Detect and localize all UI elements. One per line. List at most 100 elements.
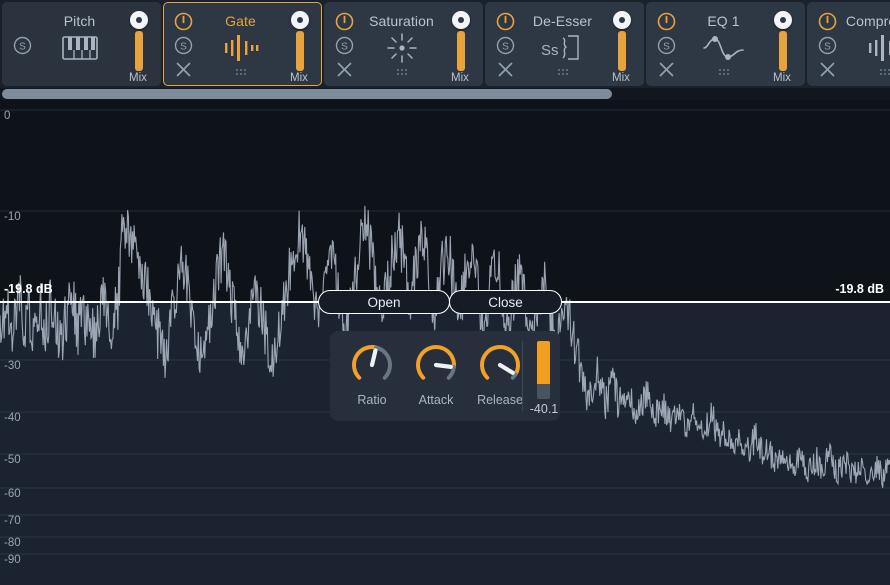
rack-scrollbar-track[interactable] (0, 88, 890, 100)
knob-label: Ratio (357, 393, 387, 407)
mix-fader-label: Mix (290, 72, 308, 84)
module-title: Gate (225, 13, 256, 29)
drag-handle-icon[interactable] (677, 67, 770, 76)
module-icon: Ss (516, 31, 609, 65)
power-button[interactable] (816, 10, 838, 32)
drag-handle-icon[interactable] (838, 67, 890, 76)
solo-icon: S (496, 36, 514, 54)
mix-fader[interactable]: Mix (126, 9, 152, 84)
module-title: De-Esser (532, 13, 593, 29)
remove-module-button[interactable] (172, 58, 194, 80)
drag-handle-icon[interactable] (355, 67, 448, 76)
solo-button[interactable]: S (494, 34, 516, 56)
power-button[interactable] (172, 10, 194, 32)
close-icon (498, 62, 512, 76)
solo-icon: S (818, 36, 836, 54)
mix-fader-label: Mix (451, 72, 469, 84)
solo-button[interactable]: S (333, 34, 355, 56)
power-icon (657, 12, 675, 30)
svg-text:S: S (19, 41, 26, 52)
mix-fader-label: Mix (129, 72, 147, 84)
power-button[interactable] (333, 10, 355, 32)
close-threshold-handle[interactable]: Close (449, 290, 562, 314)
drag-handle-icon[interactable] (516, 67, 609, 76)
meter-value-label: -40.1 (529, 402, 559, 416)
threshold-value-right: -19.8 dB (835, 282, 884, 296)
mix-fader-label: Mix (773, 72, 791, 84)
mix-fader-track (135, 31, 143, 71)
knob-label: Attack (418, 393, 454, 407)
close-icon (176, 62, 190, 76)
gate-level-graph[interactable]: 0 -10 -30 -40 -50 -60 -70 -80 -90 -19.8 dB -19.8… (0, 100, 890, 585)
knob-group: Ratio Attack Release (330, 331, 532, 407)
power-button[interactable] (655, 10, 677, 32)
power-icon (818, 12, 836, 30)
module-gate[interactable]: S Gate Mix (163, 2, 322, 86)
meter-bar-track (537, 341, 550, 399)
mix-fader-knob[interactable] (613, 11, 631, 29)
module-saturation[interactable]: S Saturation Mix (324, 2, 483, 86)
svg-text:Ss: Ss (541, 42, 559, 59)
mix-fader[interactable]: Mix (770, 9, 796, 84)
power-icon (174, 12, 192, 30)
knob-attack[interactable]: Attack (404, 339, 468, 407)
drag-handle-icon[interactable] (194, 67, 287, 76)
power-button-placeholder (11, 10, 33, 32)
open-threshold-handle[interactable]: Open (318, 290, 450, 314)
module-rack[interactable]: S Pitch Mix S Gate Mix S Saturation Mix … (0, 0, 890, 88)
svg-text:S: S (341, 41, 348, 52)
gate-controls-panel: Ratio Attack Release -40.1 (330, 331, 560, 421)
module-pitch[interactable]: S Pitch Mix (2, 2, 161, 86)
solo-button[interactable]: S (655, 34, 677, 56)
remove-module-button[interactable] (816, 58, 838, 80)
mix-fader-knob[interactable] (774, 11, 792, 29)
module-title: Compressor (845, 13, 890, 29)
y-tick-label: -30 (4, 360, 21, 372)
mix-fader-track (779, 31, 787, 71)
remove-module-button[interactable] (655, 58, 677, 80)
module-icon (194, 31, 287, 65)
remove-module-button[interactable] (333, 58, 355, 80)
y-tick-label: -40 (4, 412, 21, 424)
solo-button[interactable]: S (172, 34, 194, 56)
power-button[interactable] (494, 10, 516, 32)
svg-text:S: S (180, 41, 187, 52)
knob-ratio[interactable]: Ratio (340, 339, 404, 407)
mix-fader[interactable]: Mix (609, 9, 635, 84)
power-icon (496, 12, 514, 30)
panel-divider (522, 341, 523, 411)
module-title: EQ 1 (707, 13, 740, 29)
solo-button[interactable]: S (11, 34, 33, 56)
gate-bars-icon (868, 35, 890, 61)
eq-curve-icon (702, 36, 744, 60)
y-tick-label: -90 (4, 554, 21, 566)
close-icon (820, 62, 834, 76)
close-icon (659, 62, 673, 76)
mix-fader[interactable]: Mix (448, 9, 474, 84)
module-eq-1[interactable]: S EQ 1 Mix (646, 2, 805, 86)
mix-fader-knob[interactable] (130, 11, 148, 29)
module-title: Saturation (369, 13, 434, 29)
module-compressor[interactable]: S Compressor Mix (807, 2, 890, 86)
solo-icon: S (335, 36, 353, 54)
mix-fader-knob[interactable] (291, 11, 309, 29)
svg-text:S: S (502, 41, 509, 52)
y-tick-label: -70 (4, 515, 21, 527)
meter-bar-fill (537, 341, 550, 384)
remove-module-button[interactable] (494, 58, 516, 80)
piano-keys-icon (61, 36, 98, 60)
gate-bars-icon (224, 35, 258, 61)
mix-fader-knob[interactable] (452, 11, 470, 29)
mix-fader[interactable]: Mix (287, 9, 313, 84)
module-title: Pitch (63, 13, 96, 29)
power-icon (335, 12, 353, 30)
rack-scrollbar-thumb[interactable] (2, 89, 612, 99)
knob-dial (416, 345, 456, 380)
solo-button[interactable]: S (816, 34, 838, 56)
mix-fader-track (457, 31, 465, 71)
module-icon (838, 31, 890, 65)
solo-icon: S (174, 36, 192, 54)
svg-text:S: S (824, 41, 831, 52)
mix-fader-label: Mix (612, 72, 630, 84)
module-de-esser[interactable]: S De-Esser Ss Mix (485, 2, 644, 86)
